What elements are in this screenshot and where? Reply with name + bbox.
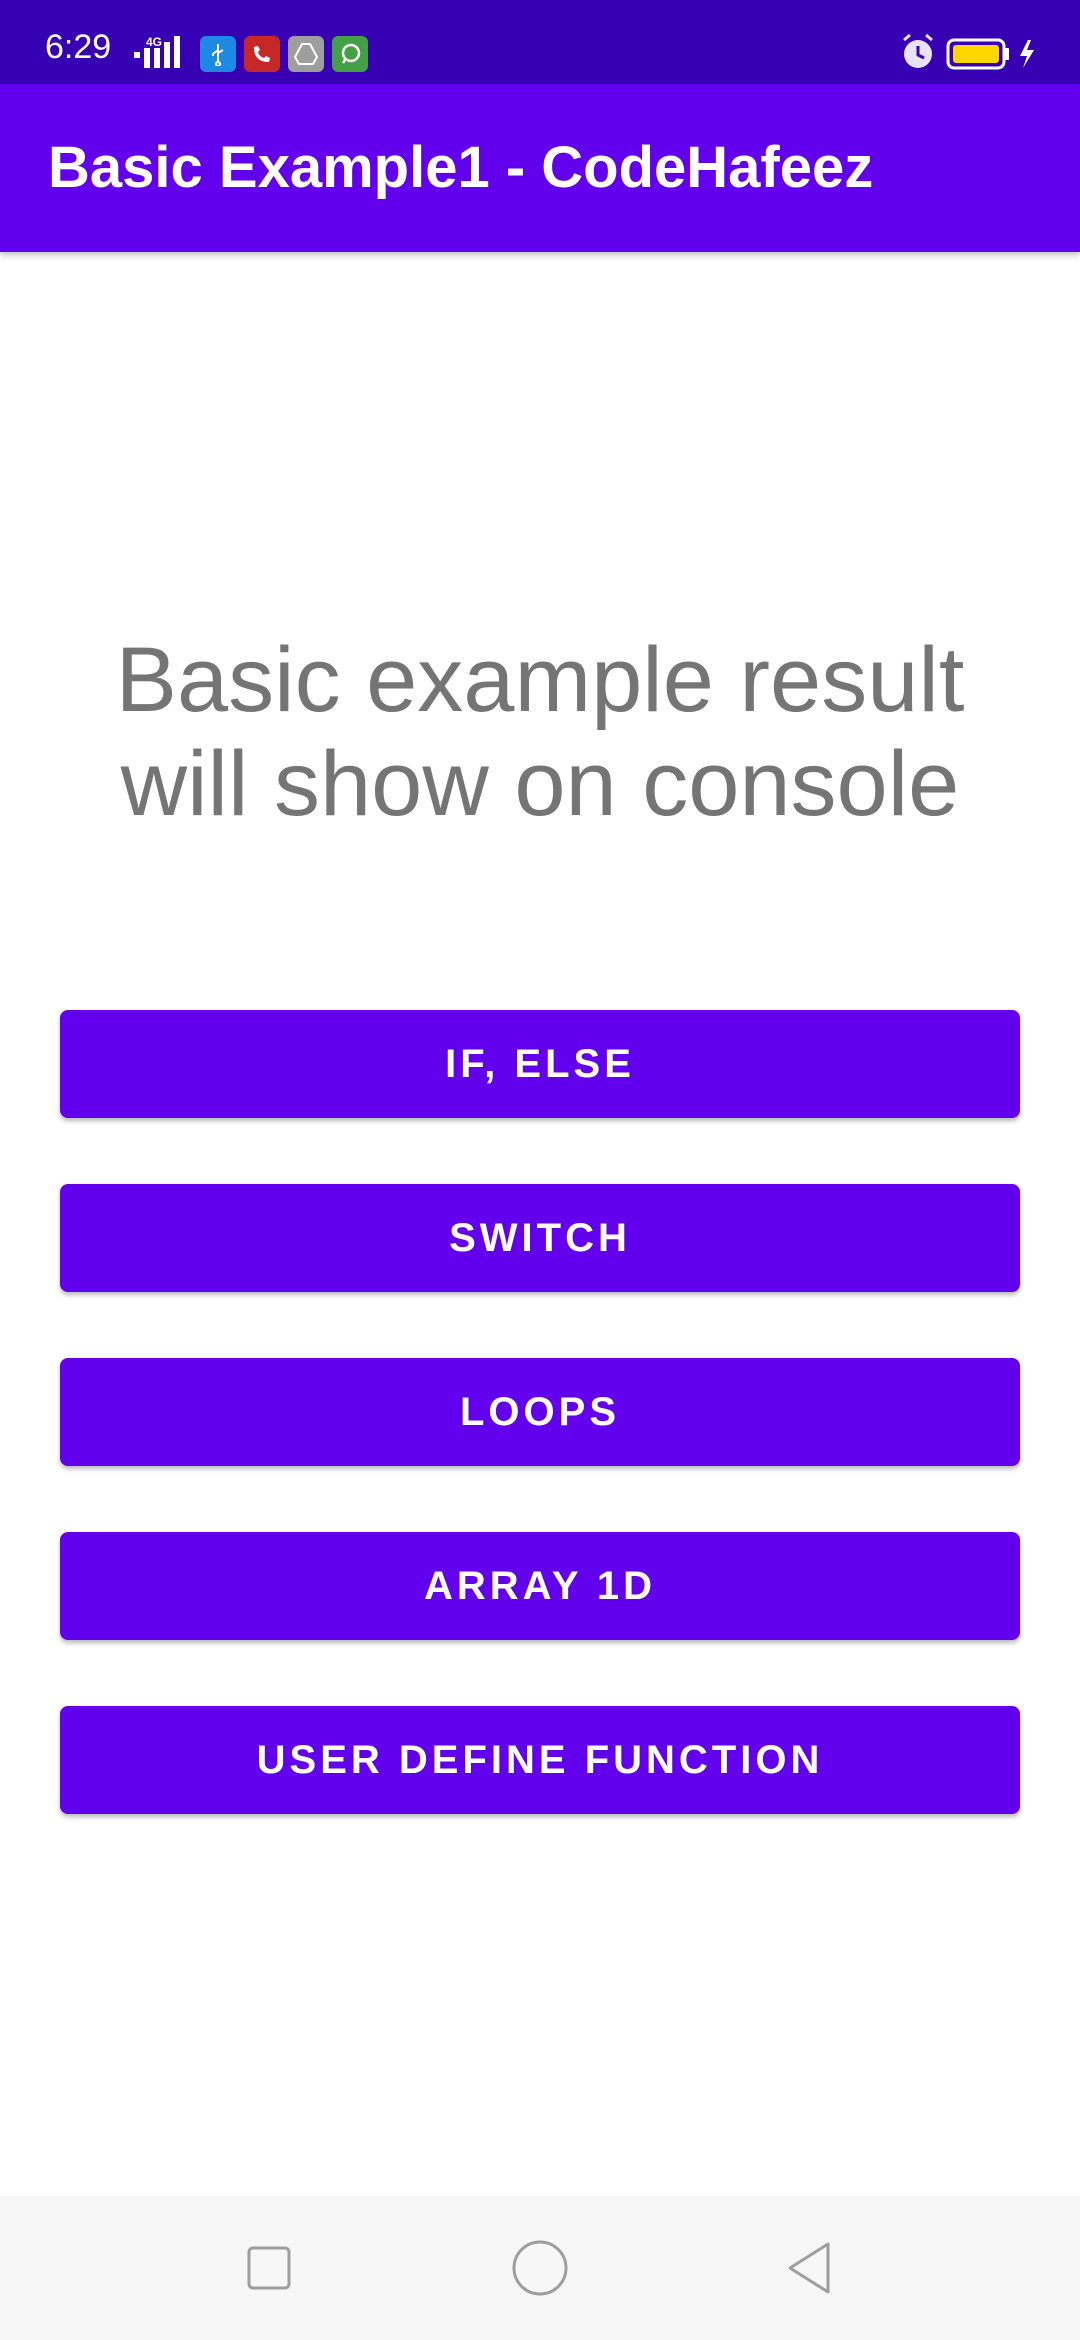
status-time: 6:29 [45,28,112,66]
signal-icon: 4G [134,35,180,68]
user-define-function-button[interactable]: USER DEFINE FUNCTION [60,1706,1020,1814]
usb-icon [200,36,236,72]
status-bar: 6:29 4G [0,0,1080,84]
network-type: 4G [146,35,162,49]
app-title: Basic Example1 - CodeHafeez [48,135,874,200]
call-recorder-icon [244,36,280,72]
battery-icon [946,38,1009,70]
alarm-icon [903,33,933,68]
if-else-button[interactable]: IF, ELSE [60,1010,1020,1118]
drive-icon [288,36,324,72]
home-circle-icon[interactable] [504,2232,576,2304]
chat-icon [332,36,368,72]
status-right-icons [903,33,1034,70]
switch-button[interactable]: SWITCH [60,1184,1020,1292]
console-message: Basic example result will show on consol… [115,629,965,835]
app-bar: Basic Example1 - CodeHafeez [0,84,1080,252]
status-right-group [900,32,1050,72]
loops-button[interactable]: LOOPS [60,1358,1020,1466]
back-triangle-icon[interactable] [774,2232,846,2304]
array-1d-button[interactable]: ARRAY 1D [60,1532,1020,1640]
navigation-bar [0,2196,1080,2340]
recents-square-icon[interactable] [233,2232,305,2304]
charging-icon [1020,40,1034,68]
